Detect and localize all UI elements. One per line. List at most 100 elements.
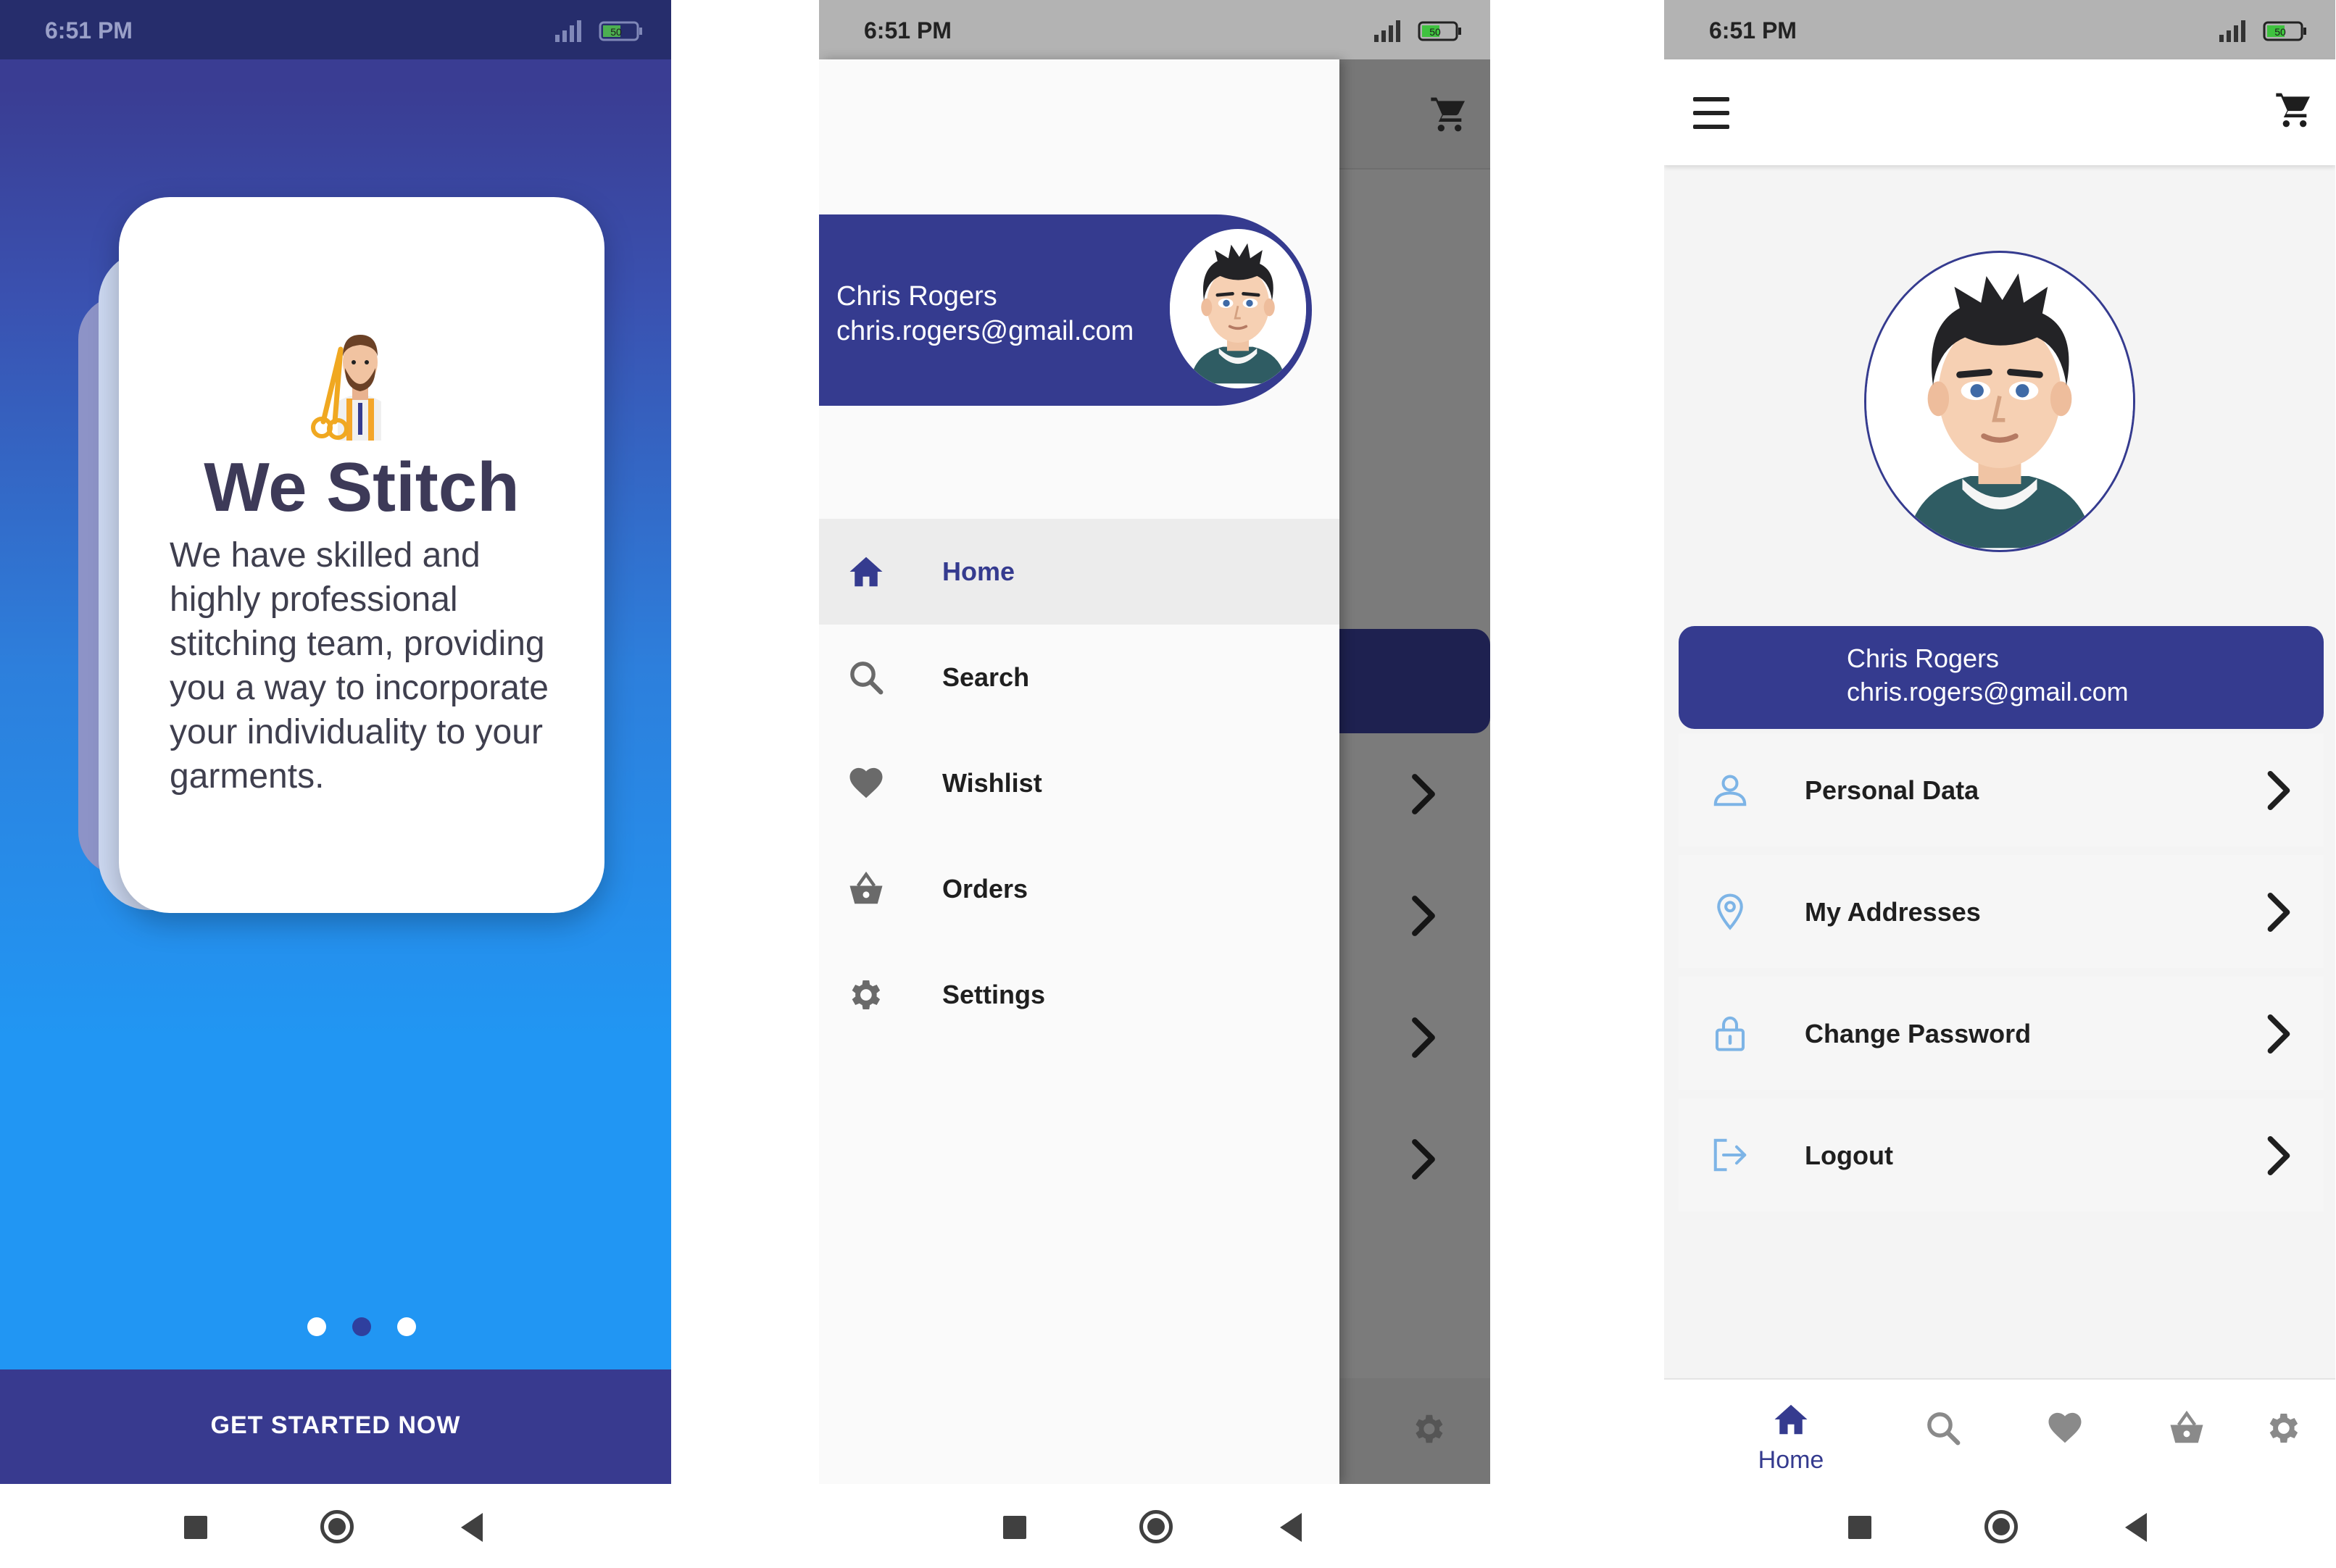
bottom-navigation: Home: [1664, 1378, 2335, 1484]
profile-screen: 6:51 PM 50 Chris Rogers chris.rogers@gma…: [1664, 0, 2335, 1568]
chevron-right-icon: [1410, 894, 1437, 938]
svg-text:50: 50: [610, 26, 622, 38]
drawer-item-label: Orders: [942, 874, 1028, 904]
app-bar: [1664, 59, 2335, 165]
chevron-right-icon: [2266, 770, 2292, 812]
basket-icon: [2167, 1409, 2206, 1448]
navigation-drawer: Chris Rogers chris.rogers@gmail.com Home…: [819, 59, 1339, 1484]
gear-icon: [847, 975, 886, 1014]
status-time: 6:51 PM: [45, 17, 133, 43]
chevron-right-icon: [2266, 1013, 2292, 1055]
lock-icon: [1711, 1013, 1750, 1054]
svg-text:50: 50: [1429, 26, 1441, 38]
signal-icon: [1368, 19, 1403, 43]
get-started-label: GET STARTED NOW: [210, 1411, 461, 1439]
status-bar: 6:51 PM 50: [1664, 0, 2335, 59]
tailor-illustration-icon: [311, 335, 381, 441]
drawer-item-home[interactable]: Home: [819, 519, 1339, 625]
drawer-item-label: Settings: [942, 980, 1046, 1009]
drawer-item-label: Wishlist: [942, 768, 1042, 798]
search-icon: [1924, 1409, 1963, 1448]
menu-row-label: Logout: [1805, 1140, 1893, 1170]
gear-icon: [2264, 1409, 2303, 1448]
drawer-header: Chris Rogers chris.rogers@gmail.com: [819, 214, 1312, 406]
heart-icon: [847, 764, 886, 803]
chevron-right-icon: [1410, 1138, 1437, 1181]
chevron-right-icon: [2266, 1135, 2292, 1177]
avatar[interactable]: [1170, 229, 1306, 388]
recents-button[interactable]: [184, 1516, 207, 1539]
profile-banner: Chris Rogers chris.rogers@gmail.com: [1679, 626, 2324, 729]
page-indicator: [307, 1317, 423, 1336]
onboarding-screen: 6:51 PM 50 We Stitch We have skilled and…: [0, 0, 671, 1568]
profile-avatar[interactable]: [1864, 251, 2135, 552]
menu-row-logout[interactable]: Logout: [1679, 1098, 2324, 1212]
back-button[interactable]: [2125, 1513, 2147, 1542]
svg-text:50: 50: [2274, 26, 2286, 38]
back-button[interactable]: [461, 1513, 483, 1542]
menu-row-my-addresses[interactable]: My Addresses: [1679, 855, 2324, 968]
drawer-item-orders[interactable]: Orders: [819, 836, 1339, 942]
page-dot[interactable]: [397, 1317, 416, 1336]
drawer-item-label: Search: [942, 662, 1030, 692]
get-started-button[interactable]: GET STARTED NOW: [0, 1369, 671, 1484]
cart-icon[interactable]: [1429, 94, 1470, 135]
battery-icon: 50: [2263, 21, 2306, 41]
heart-icon: [2045, 1409, 2084, 1448]
menu-row-label: Personal Data: [1805, 775, 1979, 805]
chevron-right-icon: [2266, 891, 2292, 933]
drawer-item-label: Home: [942, 556, 1015, 586]
menu-row-change-password[interactable]: Change Password: [1679, 977, 2324, 1090]
chevron-right-icon: [1410, 772, 1437, 816]
search-icon: [847, 658, 886, 697]
menu-row-personal-data[interactable]: Personal Data: [1679, 733, 2324, 846]
menu-row-label: Change Password: [1805, 1019, 2032, 1048]
system-navigation-bar: [0, 1484, 671, 1568]
drawer-screen: 6:51 PM 50 Chris Rogers chris.rogers@gma…: [819, 0, 1490, 1568]
drawer-item-wishlist[interactable]: Wishlist: [819, 730, 1339, 836]
profile-user-name: Chris Rogers: [1847, 643, 2000, 673]
home-button[interactable]: [1984, 1510, 2018, 1543]
status-time: 6:51 PM: [1709, 17, 1797, 43]
battery-icon: 50: [1418, 21, 1461, 41]
bottom-nav-search[interactable]: [1903, 1393, 1983, 1480]
home-button[interactable]: [320, 1510, 354, 1543]
onboarding-card: We Stitch We have skilled and highly pro…: [119, 197, 604, 913]
location-pin-icon: [1711, 891, 1750, 932]
chevron-right-icon: [1410, 1016, 1437, 1059]
menu-icon[interactable]: [1693, 97, 1729, 129]
home-button[interactable]: [1139, 1510, 1173, 1543]
status-time: 6:51 PM: [864, 17, 952, 43]
signal-icon: [2214, 19, 2248, 43]
drawer-user-email: chris.rogers@gmail.com: [836, 316, 1134, 346]
bottom-nav-home[interactable]: Home: [1751, 1393, 1831, 1480]
home-icon: [847, 552, 886, 591]
cart-icon[interactable]: [2274, 90, 2315, 130]
back-button[interactable]: [1280, 1513, 1302, 1542]
bottom-nav-settings[interactable]: [2244, 1393, 2324, 1480]
logout-icon: [1711, 1135, 1750, 1175]
drawer-item-settings[interactable]: Settings: [819, 942, 1339, 1048]
bottom-nav-label: Home: [1758, 1446, 1824, 1474]
drawer-item-search[interactable]: Search: [819, 625, 1339, 730]
bottom-nav-wishlist[interactable]: [2025, 1393, 2105, 1480]
home-icon: [1771, 1400, 1811, 1439]
battery-icon: 50: [599, 21, 642, 41]
dimmed-profile-banner: [1339, 629, 1490, 733]
recents-button[interactable]: [1848, 1516, 1871, 1539]
system-navigation-bar: [819, 1484, 1490, 1568]
user-icon: [1711, 770, 1750, 810]
signal-icon: [549, 19, 584, 43]
basket-icon: [847, 870, 886, 909]
onboarding-title: We Stitch: [204, 449, 520, 526]
drawer-user-name: Chris Rogers: [836, 281, 997, 312]
page-dot-active[interactable]: [352, 1317, 371, 1336]
status-bar: 6:51 PM 50: [0, 0, 671, 59]
bottom-nav-orders[interactable]: [2147, 1393, 2227, 1480]
profile-user-email: chris.rogers@gmail.com: [1847, 677, 2129, 706]
gear-icon: [1410, 1410, 1448, 1448]
status-bar: 6:51 PM 50: [819, 0, 1490, 59]
recents-button[interactable]: [1003, 1516, 1026, 1539]
system-navigation-bar: [1664, 1484, 2335, 1568]
page-dot[interactable]: [307, 1317, 326, 1336]
